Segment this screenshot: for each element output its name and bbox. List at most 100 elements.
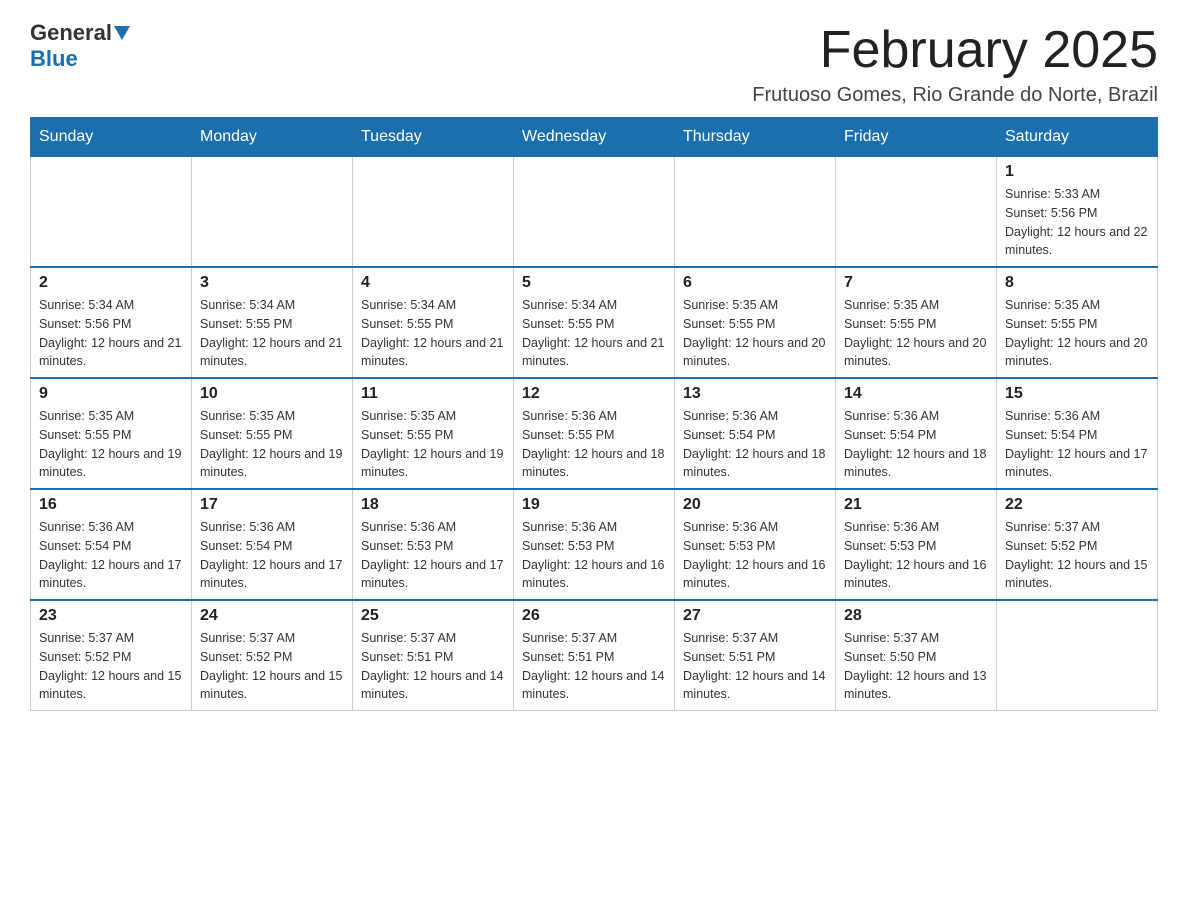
calendar-cell: 3 Sunrise: 5:34 AMSunset: 5:55 PMDaylight… <box>192 267 353 378</box>
day-info: Sunrise: 5:33 AMSunset: 5:56 PMDaylight:… <box>1005 185 1149 260</box>
calendar-cell <box>836 157 997 268</box>
calendar-week-row: 9 Sunrise: 5:35 AMSunset: 5:55 PMDaylight… <box>31 378 1158 489</box>
day-number: 5 <box>522 274 666 292</box>
calendar-cell <box>353 157 514 268</box>
day-info: Sunrise: 5:36 AMSunset: 5:54 PMDaylight:… <box>200 518 344 593</box>
day-number: 24 <box>200 607 344 625</box>
day-number: 25 <box>361 607 505 625</box>
day-info: Sunrise: 5:35 AMSunset: 5:55 PMDaylight:… <box>844 296 988 371</box>
day-info: Sunrise: 5:37 AMSunset: 5:50 PMDaylight:… <box>844 629 988 704</box>
day-info: Sunrise: 5:36 AMSunset: 5:54 PMDaylight:… <box>39 518 183 593</box>
calendar-cell <box>192 157 353 268</box>
calendar-week-row: 23 Sunrise: 5:37 AMSunset: 5:52 PMDayligh… <box>31 600 1158 711</box>
day-number: 15 <box>1005 385 1149 403</box>
calendar-cell <box>997 600 1158 711</box>
day-number: 14 <box>844 385 988 403</box>
day-info: Sunrise: 5:36 AMSunset: 5:54 PMDaylight:… <box>683 407 827 482</box>
day-number: 2 <box>39 274 183 292</box>
day-number: 28 <box>844 607 988 625</box>
day-number: 23 <box>39 607 183 625</box>
day-number: 3 <box>200 274 344 292</box>
day-info: Sunrise: 5:34 AMSunset: 5:55 PMDaylight:… <box>522 296 666 371</box>
calendar-header-row: Sunday Monday Tuesday Wednesday Thursday… <box>31 118 1158 157</box>
day-number: 18 <box>361 496 505 514</box>
day-number: 26 <box>522 607 666 625</box>
calendar-cell <box>675 157 836 268</box>
day-info: Sunrise: 5:37 AMSunset: 5:52 PMDaylight:… <box>39 629 183 704</box>
title-section: February 2025 Frutuoso Gomes, Rio Grande… <box>752 20 1158 107</box>
col-monday: Monday <box>192 118 353 157</box>
page-header: General Blue February 2025 Frutuoso Gome… <box>30 20 1158 107</box>
col-wednesday: Wednesday <box>514 118 675 157</box>
calendar-cell: 8 Sunrise: 5:35 AMSunset: 5:55 PMDaylight… <box>997 267 1158 378</box>
day-info: Sunrise: 5:35 AMSunset: 5:55 PMDaylight:… <box>1005 296 1149 371</box>
day-number: 27 <box>683 607 827 625</box>
day-info: Sunrise: 5:37 AMSunset: 5:52 PMDaylight:… <box>1005 518 1149 593</box>
day-info: Sunrise: 5:34 AMSunset: 5:55 PMDaylight:… <box>361 296 505 371</box>
day-number: 22 <box>1005 496 1149 514</box>
calendar-cell <box>31 157 192 268</box>
calendar-week-row: 16 Sunrise: 5:36 AMSunset: 5:54 PMDayligh… <box>31 489 1158 600</box>
day-number: 21 <box>844 496 988 514</box>
col-friday: Friday <box>836 118 997 157</box>
day-info: Sunrise: 5:35 AMSunset: 5:55 PMDaylight:… <box>361 407 505 482</box>
day-number: 13 <box>683 385 827 403</box>
logo-triangle-icon <box>114 26 130 40</box>
day-number: 6 <box>683 274 827 292</box>
calendar-cell <box>514 157 675 268</box>
day-info: Sunrise: 5:34 AMSunset: 5:56 PMDaylight:… <box>39 296 183 371</box>
calendar-cell: 4 Sunrise: 5:34 AMSunset: 5:55 PMDaylight… <box>353 267 514 378</box>
day-info: Sunrise: 5:36 AMSunset: 5:53 PMDaylight:… <box>361 518 505 593</box>
logo-top-row: General <box>30 20 130 46</box>
calendar-cell: 19Sunrise: 5:36 AMSunset: 5:53 PMDayligh… <box>514 489 675 600</box>
day-number: 12 <box>522 385 666 403</box>
calendar-cell: 28 Sunrise: 5:37 AMSunset: 5:50 PMDayligh… <box>836 600 997 711</box>
day-number: 1 <box>1005 163 1149 181</box>
month-title: February 2025 <box>752 20 1158 80</box>
day-info: Sunrise: 5:34 AMSunset: 5:55 PMDaylight:… <box>200 296 344 371</box>
day-info: Sunrise: 5:36 AMSunset: 5:55 PMDaylight:… <box>522 407 666 482</box>
calendar-week-row: 2 Sunrise: 5:34 AMSunset: 5:56 PMDaylight… <box>31 267 1158 378</box>
calendar-week-row: 1 Sunrise: 5:33 AMSunset: 5:56 PMDaylight… <box>31 157 1158 268</box>
day-number: 16 <box>39 496 183 514</box>
calendar-cell: 20 Sunrise: 5:36 AMSunset: 5:53 PMDayligh… <box>675 489 836 600</box>
calendar-cell: 10Sunrise: 5:35 AMSunset: 5:55 PMDayligh… <box>192 378 353 489</box>
day-number: 7 <box>844 274 988 292</box>
col-tuesday: Tuesday <box>353 118 514 157</box>
day-info: Sunrise: 5:36 AMSunset: 5:54 PMDaylight:… <box>844 407 988 482</box>
calendar-cell: 13 Sunrise: 5:36 AMSunset: 5:54 PMDayligh… <box>675 378 836 489</box>
calendar-cell: 1 Sunrise: 5:33 AMSunset: 5:56 PMDaylight… <box>997 157 1158 268</box>
calendar-cell: 12 Sunrise: 5:36 AMSunset: 5:55 PMDayligh… <box>514 378 675 489</box>
logo-blue-text: Blue <box>30 46 78 72</box>
calendar-cell: 17 Sunrise: 5:36 AMSunset: 5:54 PMDayligh… <box>192 489 353 600</box>
calendar-cell: 7 Sunrise: 5:35 AMSunset: 5:55 PMDaylight… <box>836 267 997 378</box>
calendar-cell: 9Sunrise: 5:35 AMSunset: 5:55 PMDaylight… <box>31 378 192 489</box>
day-number: 8 <box>1005 274 1149 292</box>
day-number: 20 <box>683 496 827 514</box>
calendar-cell: 27 Sunrise: 5:37 AMSunset: 5:51 PMDayligh… <box>675 600 836 711</box>
day-number: 9 <box>39 385 183 403</box>
calendar-cell: 16 Sunrise: 5:36 AMSunset: 5:54 PMDayligh… <box>31 489 192 600</box>
day-info: Sunrise: 5:36 AMSunset: 5:53 PMDaylight:… <box>683 518 827 593</box>
calendar-cell: 14 Sunrise: 5:36 AMSunset: 5:54 PMDayligh… <box>836 378 997 489</box>
day-number: 4 <box>361 274 505 292</box>
calendar-cell: 23 Sunrise: 5:37 AMSunset: 5:52 PMDayligh… <box>31 600 192 711</box>
calendar-cell: 25 Sunrise: 5:37 AMSunset: 5:51 PMDayligh… <box>353 600 514 711</box>
calendar-cell: 24Sunrise: 5:37 AMSunset: 5:52 PMDayligh… <box>192 600 353 711</box>
calendar-cell: 22 Sunrise: 5:37 AMSunset: 5:52 PMDayligh… <box>997 489 1158 600</box>
calendar-cell: 26Sunrise: 5:37 AMSunset: 5:51 PMDayligh… <box>514 600 675 711</box>
col-thursday: Thursday <box>675 118 836 157</box>
location-title: Frutuoso Gomes, Rio Grande do Norte, Bra… <box>752 84 1158 107</box>
calendar-cell: 18 Sunrise: 5:36 AMSunset: 5:53 PMDayligh… <box>353 489 514 600</box>
col-sunday: Sunday <box>31 118 192 157</box>
day-info: Sunrise: 5:36 AMSunset: 5:54 PMDaylight:… <box>1005 407 1149 482</box>
day-info: Sunrise: 5:37 AMSunset: 5:51 PMDaylight:… <box>683 629 827 704</box>
calendar-cell: 6Sunrise: 5:35 AMSunset: 5:55 PMDaylight… <box>675 267 836 378</box>
calendar-cell: 21 Sunrise: 5:36 AMSunset: 5:53 PMDayligh… <box>836 489 997 600</box>
day-number: 17 <box>200 496 344 514</box>
col-saturday: Saturday <box>997 118 1158 157</box>
day-info: Sunrise: 5:37 AMSunset: 5:51 PMDaylight:… <box>361 629 505 704</box>
day-info: Sunrise: 5:36 AMSunset: 5:53 PMDaylight:… <box>844 518 988 593</box>
day-number: 10 <box>200 385 344 403</box>
calendar-cell: 5 Sunrise: 5:34 AMSunset: 5:55 PMDaylight… <box>514 267 675 378</box>
